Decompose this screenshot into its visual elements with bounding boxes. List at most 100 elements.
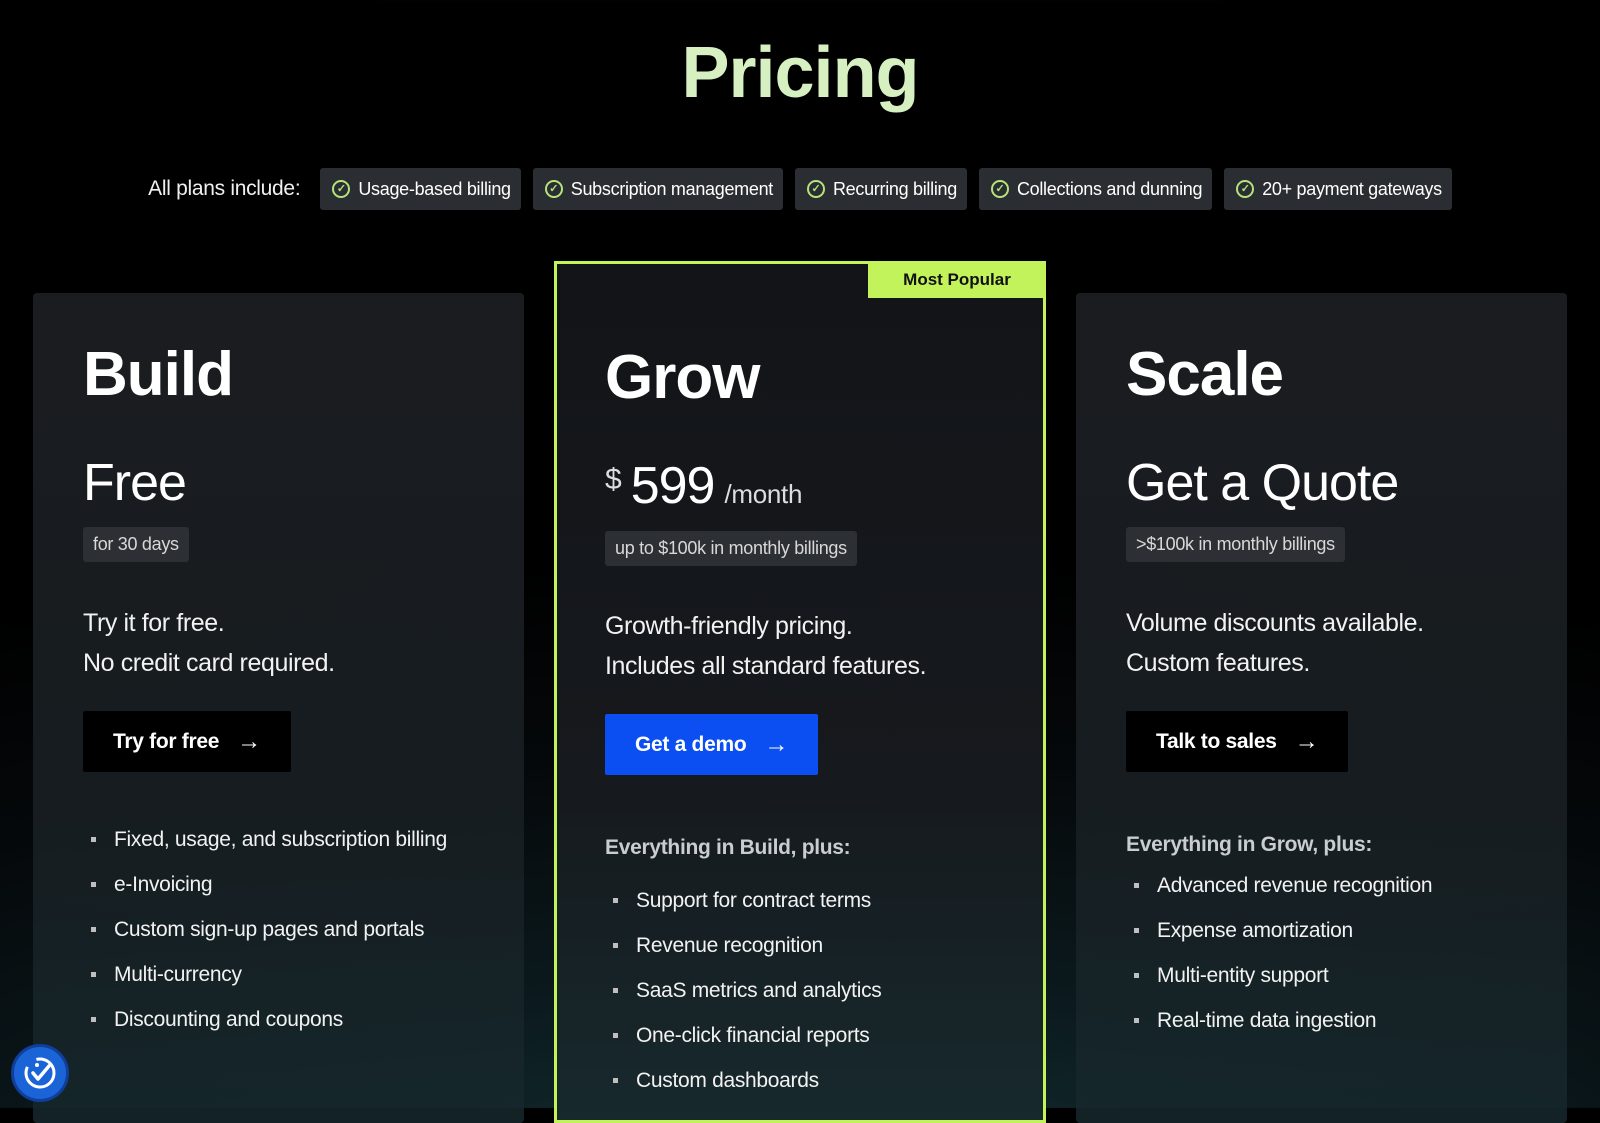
bullet-icon — [91, 882, 96, 887]
plan-tag: >$100k in monthly billings — [1126, 527, 1345, 562]
bullet-icon — [613, 1033, 618, 1038]
list-item: e-Invoicing — [83, 868, 483, 901]
price-period: /month — [724, 479, 803, 509]
bullet-icon — [613, 988, 618, 993]
include-chip-payment-gateways: ✓ 20+ payment gateways — [1224, 168, 1452, 210]
plan-description-line: Includes all standard features. — [605, 652, 927, 680]
bullet-icon — [91, 972, 96, 977]
arrow-right-icon: → — [764, 730, 789, 758]
list-item: Revenue recognition — [605, 929, 1005, 962]
features-heading: Everything in Build, plus: — [605, 836, 851, 859]
list-item: SaaS metrics and analytics — [605, 974, 1005, 1007]
list-item: Custom sign-up pages and portals — [83, 913, 483, 946]
arrow-right-icon: → — [237, 727, 261, 755]
price-currency: $ — [605, 463, 622, 496]
list-item: Custom dashboards — [605, 1064, 1005, 1097]
bullet-icon — [613, 1078, 618, 1083]
feature-text: Custom sign-up pages and portals — [114, 918, 425, 941]
bullet-icon — [91, 1017, 96, 1022]
plan-name: Build — [83, 340, 234, 409]
chip-label: Usage-based billing — [358, 178, 511, 199]
feature-list: Support for contract terms Revenue recog… — [605, 884, 1005, 1109]
get-a-demo-button[interactable]: Get a demo → — [605, 714, 819, 775]
list-item: Support for contract terms — [605, 884, 1005, 917]
plan-description-line: Try it for free. — [83, 609, 225, 637]
plan-description: Growth-friendly pricing. Includes all st… — [605, 606, 927, 686]
feature-text: Multi-entity support — [1157, 964, 1329, 987]
feature-text: One-click financial reports — [636, 1024, 870, 1047]
plan-price: $ 599 /month — [605, 456, 802, 516]
plan-name: Scale — [1126, 340, 1284, 409]
feature-text: Support for contract terms — [636, 889, 871, 912]
feature-text: Advanced revenue recognition — [1157, 874, 1433, 897]
chip-label: 20+ payment gateways — [1262, 178, 1442, 199]
page-title: Pricing — [681, 33, 919, 113]
feature-text: e-Invoicing — [114, 873, 213, 896]
list-item: Multi-entity support — [1126, 959, 1526, 992]
plan-description-line: No credit card required. — [83, 649, 335, 677]
accessibility-icon — [24, 1057, 56, 1089]
feature-text: Multi-currency — [114, 963, 242, 986]
button-label: Talk to sales — [1156, 729, 1277, 753]
bullet-icon — [1134, 883, 1139, 888]
plan-tag: up to $100k in monthly billings — [605, 531, 857, 566]
bullet-icon — [1134, 928, 1139, 933]
plan-description-line: Growth-friendly pricing. — [605, 612, 853, 640]
bullet-icon — [1134, 1018, 1139, 1023]
plan-card-grow: Most Popular Grow $ 599 /month up to $10… — [554, 261, 1046, 1123]
talk-to-sales-button[interactable]: Talk to sales → — [1126, 711, 1349, 772]
includes-label: All plans include: — [148, 177, 301, 200]
plan-card-scale: Scale Get a Quote >$100k in monthly bill… — [1076, 293, 1567, 1123]
most-popular-badge: Most Popular — [868, 261, 1046, 298]
plan-description: Try it for free. No credit card required… — [83, 603, 335, 683]
check-circle-icon: ✓ — [1236, 180, 1255, 198]
try-for-free-button[interactable]: Try for free → — [83, 711, 291, 772]
accessibility-button[interactable] — [11, 1044, 69, 1102]
feature-list: Advanced revenue recognition Expense amo… — [1126, 869, 1526, 1049]
button-label: Try for free — [113, 729, 220, 753]
check-circle-icon: ✓ — [332, 180, 351, 198]
button-label: Get a demo — [635, 732, 747, 756]
plan-price: Free — [83, 454, 187, 512]
include-chip-collections-dunning: ✓ Collections and dunning — [978, 168, 1213, 210]
list-item: Multi-currency — [83, 958, 483, 991]
features-heading: Everything in Grow, plus: — [1126, 833, 1373, 856]
list-item: Real-time data ingestion — [1126, 1004, 1526, 1037]
chip-label: Recurring billing — [832, 178, 957, 199]
plan-description-line: Custom features. — [1126, 649, 1310, 677]
feature-text: Expense amortization — [1157, 919, 1353, 942]
check-circle-icon: ✓ — [806, 180, 825, 198]
plan-price: Get a Quote — [1126, 454, 1399, 512]
feature-list: Fixed, usage, and subscription billing e… — [83, 823, 483, 1048]
plan-description: Volume discounts available. Custom featu… — [1126, 603, 1424, 683]
include-chip-subscription-management: ✓ Subscription management — [532, 168, 783, 210]
bullet-icon — [91, 927, 96, 932]
plan-description-line: Volume discounts available. — [1126, 609, 1424, 637]
list-item: Advanced revenue recognition — [1126, 869, 1526, 902]
bullet-icon — [613, 898, 618, 903]
feature-text: SaaS metrics and analytics — [636, 979, 882, 1002]
feature-text: Custom dashboards — [636, 1069, 819, 1092]
plan-name: Grow — [605, 343, 760, 412]
list-item: Discounting and coupons — [83, 1003, 483, 1036]
list-item: Fixed, usage, and subscription billing — [83, 823, 483, 856]
check-circle-icon: ✓ — [990, 180, 1009, 198]
bullet-icon — [91, 837, 96, 842]
bullet-icon — [1134, 973, 1139, 978]
plan-tag: for 30 days — [83, 527, 189, 562]
bullet-icon — [613, 943, 618, 948]
include-chip-usage-billing: ✓ Usage-based billing — [320, 168, 521, 210]
feature-text: Real-time data ingestion — [1157, 1009, 1377, 1032]
price-amount: 599 — [630, 457, 716, 515]
feature-text: Discounting and coupons — [114, 1008, 343, 1031]
chip-label: Subscription management — [570, 178, 774, 199]
include-chip-recurring-billing: ✓ Recurring billing — [794, 168, 967, 210]
feature-text: Revenue recognition — [636, 934, 823, 957]
plan-includes-bar: All plans include: ✓ Usage-based billing… — [0, 168, 1600, 210]
plan-card-build: Build Free for 30 days Try it for free. … — [33, 293, 524, 1123]
feature-text: Fixed, usage, and subscription billing — [114, 828, 447, 851]
arrow-right-icon: → — [1294, 727, 1319, 755]
chip-label: Collections and dunning — [1016, 178, 1203, 199]
list-item: One-click financial reports — [605, 1019, 1005, 1052]
list-item: Expense amortization — [1126, 914, 1526, 947]
